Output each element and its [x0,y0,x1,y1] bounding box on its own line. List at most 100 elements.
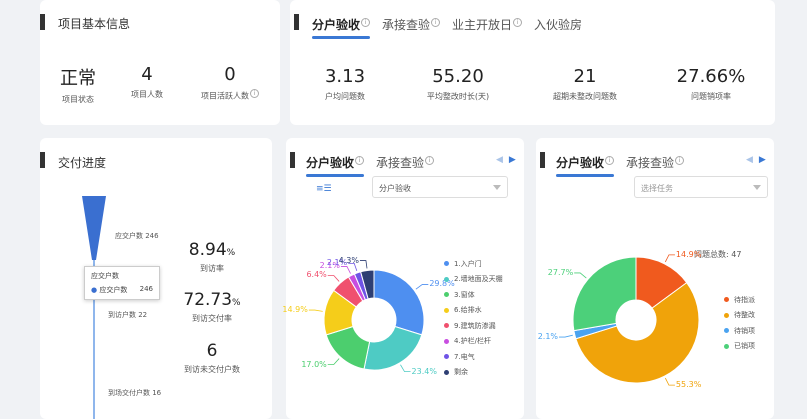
legend-label: 待销项 [734,326,755,335]
legend-item[interactable]: 已销项 [724,339,755,355]
stat-active-members: 0 项目活跃人数 i [192,64,268,102]
funnel-top-stage[interactable] [82,196,106,260]
label-leader-line [574,272,587,279]
stat-value: 4 [141,64,153,85]
slice-data-label: 4.3% [338,255,359,265]
metric-visit-rate: 8.94% 到访率 [180,240,244,274]
issue-status-card: 分户验收 i 承接查验 i ◀ ▶ 选择任务 问题总数: 47 14.9% 55.3% 2… [536,138,774,419]
tooltip-row-label: 应交户数 [99,286,128,294]
legend-label: 1.入户门 [454,259,482,268]
legend-dot-icon [444,307,449,313]
metric-visit-delivery-rate: 72.73% 到访交付率 [176,290,248,324]
label-leader-line [327,275,340,282]
funnel-label-delivered: 到场交付户数 16 [108,389,162,397]
stat-project-members: 4 项目人数 [122,64,172,100]
legend-item[interactable]: 待销项 [724,323,755,339]
issue-status-legend: 待指派待整改待销项已销项 [724,292,755,354]
legend-dot-icon [444,369,449,375]
legend-label: 剩余 [454,368,468,377]
label-leader-line [327,358,340,365]
stat-label: 问题销项率 [691,92,731,101]
donut-slice[interactable] [373,269,425,336]
info-icon[interactable]: i [361,18,371,27]
project-info-card: 项目基本信息 正常 项目状态 4 项目人数 0 项目活跃人数 i [40,0,280,125]
metric-label: 到访交付率 [192,314,232,323]
stat-label: 项目活跃人数 [201,91,249,101]
legend-dot-icon [444,292,449,298]
legend-item[interactable]: 6.给排水 [444,303,503,319]
stat-close-rate: 27.66% 问题销项率 [666,66,756,102]
legend-label: 9.建筑防渗漏 [454,321,496,330]
stat-project-status: 正常 项目状态 [50,64,106,105]
label-leader-line [359,260,368,269]
slice-data-label: 55.3% [675,380,702,390]
metric-unit: % [226,248,236,258]
legend-item[interactable]: 7.电气 [444,349,503,365]
legend-label: 3.窗体 [454,290,475,299]
legend-dot-icon [444,354,449,360]
legend-label: 2.墙地面及天棚 [454,275,503,284]
donut-slice[interactable] [572,256,637,332]
tab-move-in-inspection[interactable]: 入伙验房 [534,16,582,33]
label-leader-line [664,377,675,386]
legend-dot-icon [444,323,449,329]
legend-item[interactable]: 剩余 [444,365,503,381]
legend-item[interactable]: 3.窗体 [444,287,503,303]
legend-item[interactable]: 待指派 [724,292,755,308]
legend-dot-icon [444,261,449,267]
stat-label: 超期未整改问题数 [553,92,617,101]
inspection-tabs: 分户验收 i 承接查验 i 业主开放日 i 入伙验房 [312,16,594,39]
funnel-tooltip: 应交户数 ● 应交户数 246 [84,266,160,300]
label-leader-line [400,364,411,373]
stat-value: 55.20 [432,66,484,87]
slice-data-label: 23.4% [411,366,437,376]
tab-owner-open-day[interactable]: 业主开放日 i [452,16,523,33]
stat-label: 项目人数 [131,90,163,99]
stat-avg-issues: 3.13 户均问题数 [310,66,380,102]
legend-dot-icon [724,312,729,318]
legend-item[interactable]: 2.墙地面及天棚 [444,272,503,288]
legend-dot-icon [724,328,729,334]
stat-value: 27.66% [676,66,746,87]
stat-label: 平均整改时长(天) [426,92,490,101]
legend-item[interactable]: 1.入户门 [444,256,503,272]
legend-label: 7.电气 [454,352,475,361]
tab-takeover-inspection[interactable]: 承接查验 i [382,16,441,33]
stat-value: 0 [224,64,236,85]
metric-label: 到访率 [200,264,224,273]
stat-value: 正常 [60,68,96,89]
metric-value: 8.94 [188,240,227,260]
title-marker [40,14,45,30]
label-leader-line [664,254,675,263]
metric-unit: % [232,298,241,308]
legend-item[interactable]: 4.护栏/栏杆 [444,334,503,350]
slice-data-label: 14.9% [282,305,308,315]
delivery-progress-card: 交付进度 应交户数 246 到访户数 22 到场交付户数 16 应交户数 ● 应… [40,138,272,419]
issue-status-donut [559,254,700,386]
legend-item[interactable]: 9.建筑防渗漏 [444,318,503,334]
title-marker [294,14,299,30]
legend-dot-icon [724,297,729,303]
metric-visited-undelivered: 6 到访未交付户数 [170,341,254,375]
info-icon[interactable]: i [513,18,523,27]
legend-item[interactable]: 待整改 [724,308,755,324]
metric-value: 6 [206,341,218,361]
slice-data-label: 27.7% [547,267,574,277]
donut-slice[interactable] [363,325,423,371]
info-icon[interactable]: i [250,89,259,98]
label-leader-line [340,266,351,274]
project-info-title: 项目基本信息 [58,17,131,31]
funnel-label-due: 应交户数 246 [115,232,159,240]
slice-data-label: 2.1% [537,332,559,342]
info-icon[interactable]: i [431,18,441,27]
funnel-label-visited: 到访户数 22 [108,311,148,319]
legend-label: 已销项 [734,342,755,351]
slice-data-label: 6.4% [306,270,327,280]
issue-category-card: 分户验收 i 承接查验 i ◀ ▶ ≡☰ 分户验收 29.8% 23.4% 17.0% 14… [282,138,524,419]
tab-household-acceptance[interactable]: 分户验收 i [312,16,371,39]
legend-dot-icon [444,276,449,282]
stat-avg-fix-time: 55.20 平均整改时长(天) [410,66,506,102]
legend-label: 待指派 [734,295,755,304]
label-leader-line [559,334,573,338]
slice-data-label: 14.9% [675,249,702,259]
